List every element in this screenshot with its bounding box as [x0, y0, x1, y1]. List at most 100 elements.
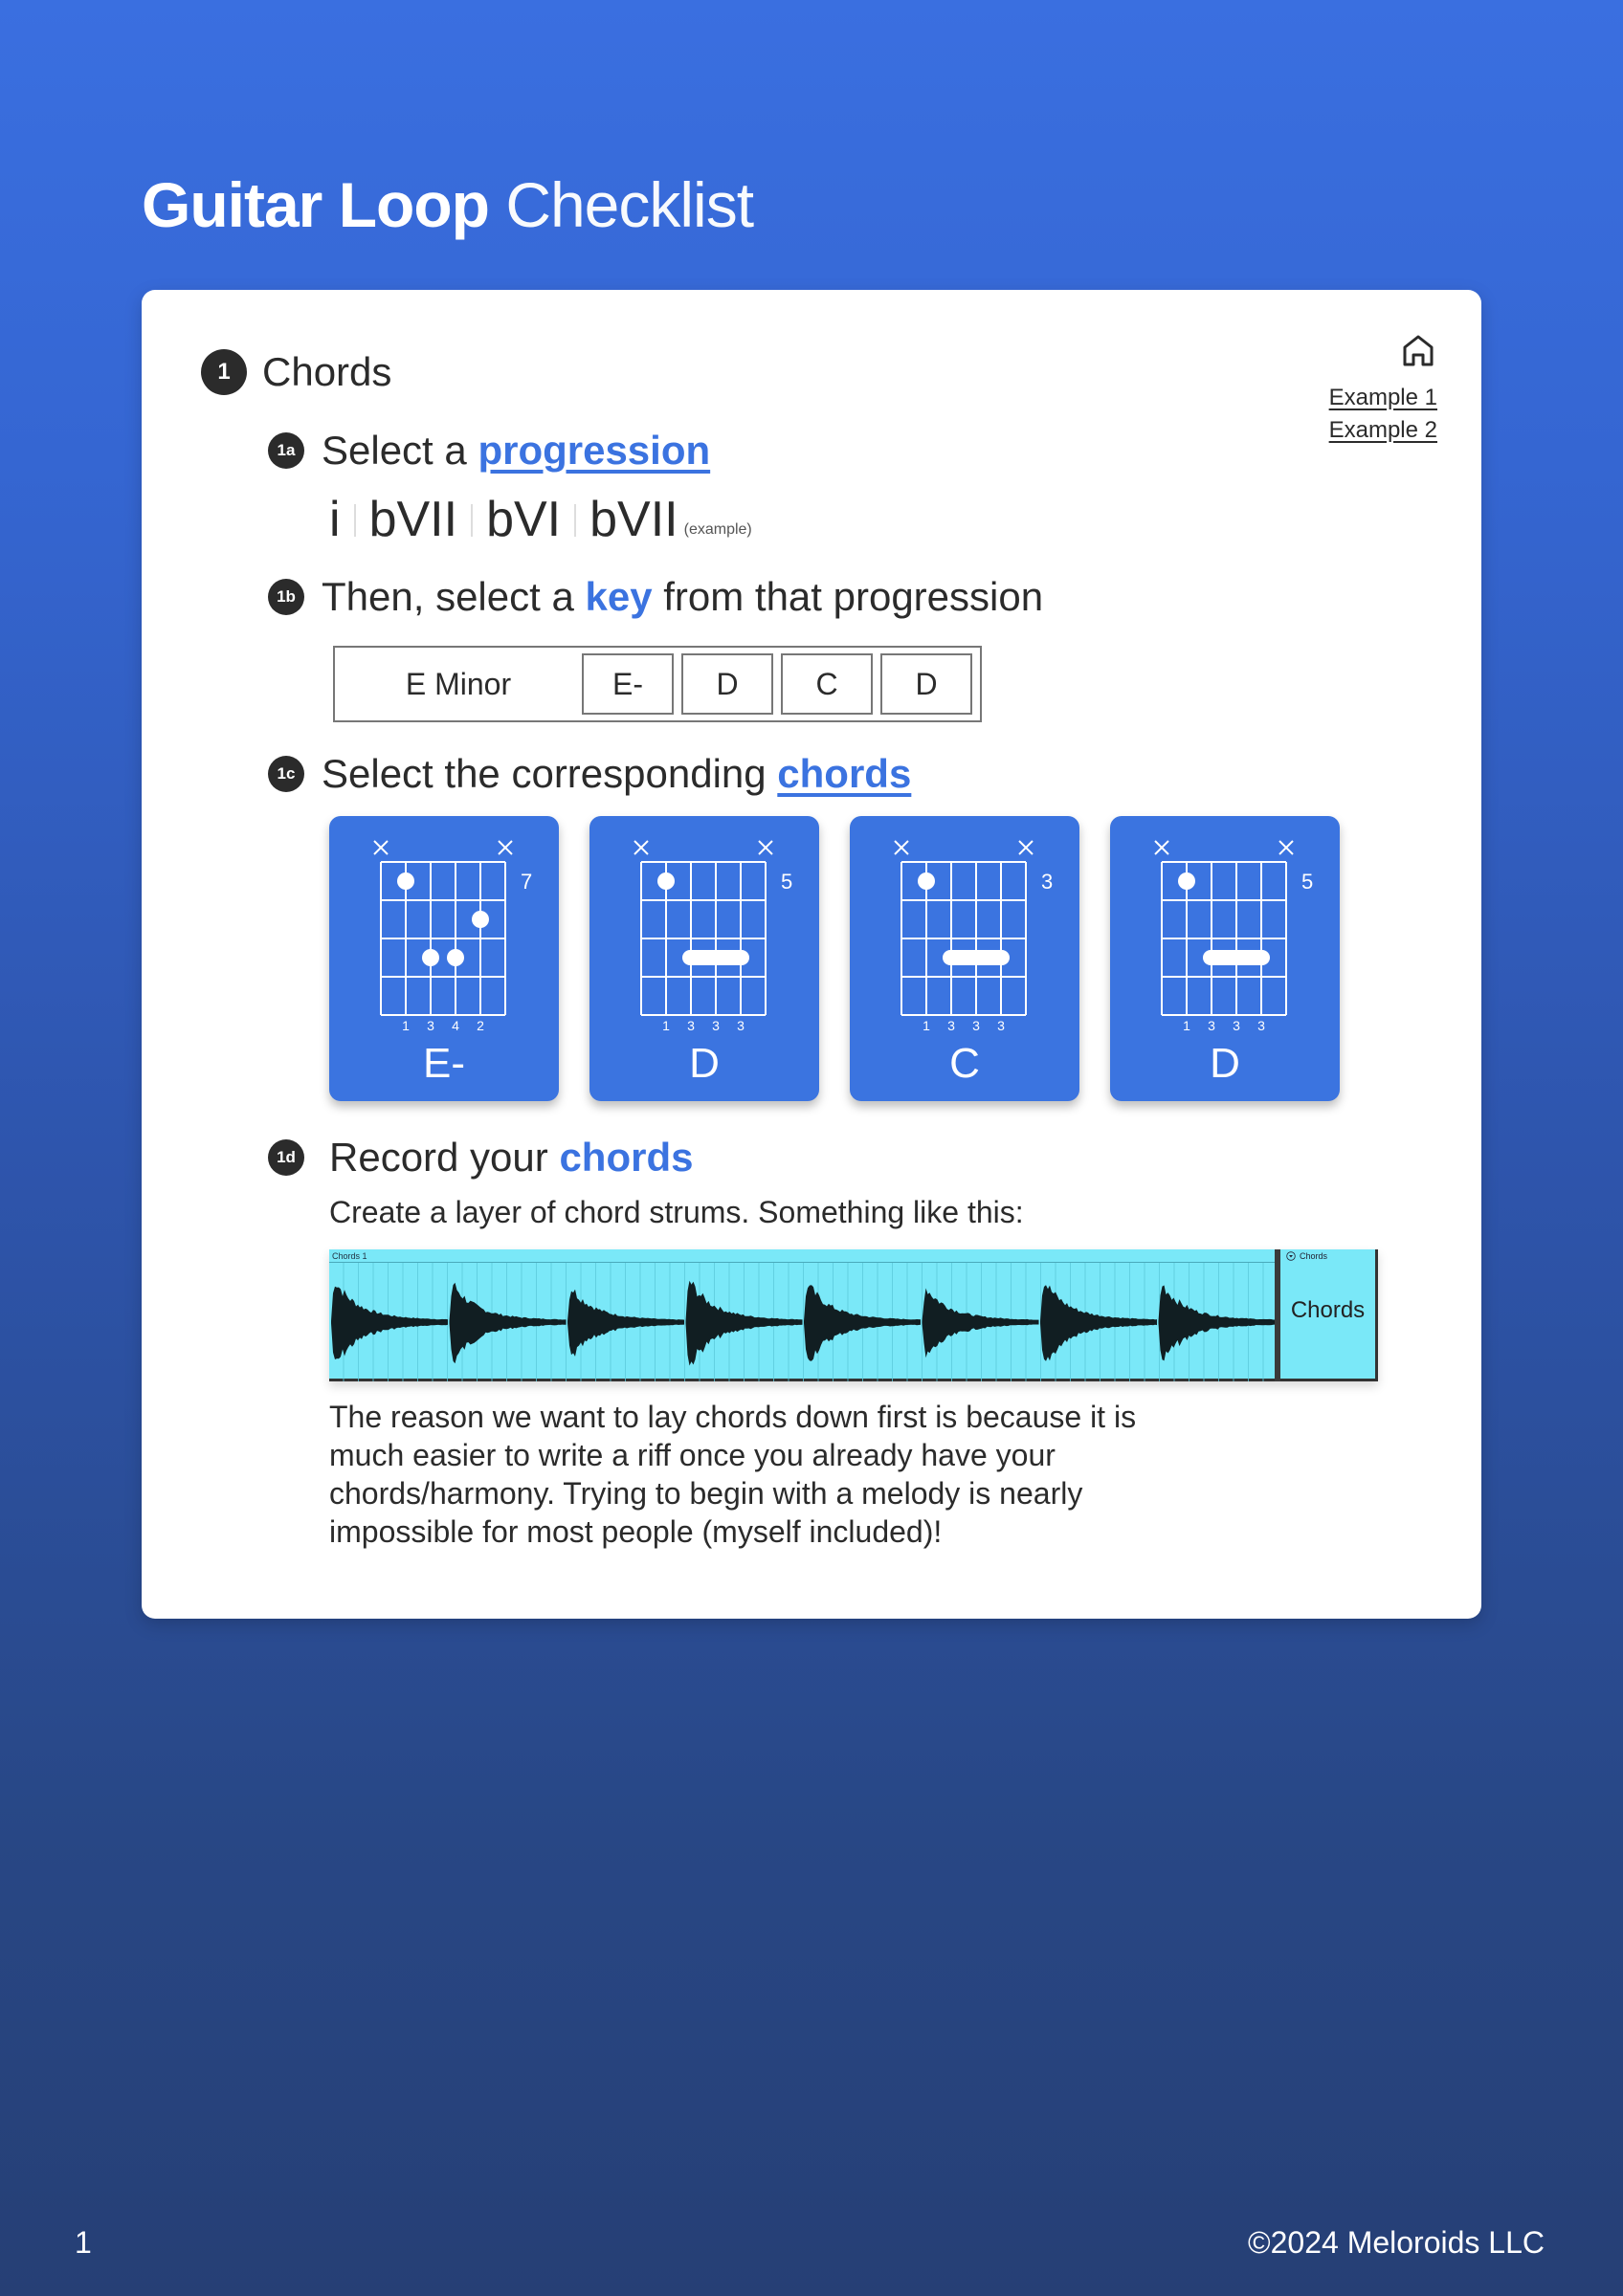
key-link[interactable]: key	[585, 574, 652, 619]
step-1a: 1a Select a progression	[268, 428, 710, 474]
section-heading: 1 Chords	[201, 349, 391, 395]
section-number-badge: 1	[201, 349, 247, 395]
key-chord-cell: D	[880, 653, 972, 715]
example-links: Example 1 Example 2	[1329, 382, 1437, 447]
strum-transient	[449, 1282, 567, 1364]
progression-example: i bVII bVI bVII (example)	[329, 491, 752, 548]
example-1-link[interactable]: Example 1	[1329, 382, 1437, 414]
finger-number: 1	[923, 1018, 930, 1033]
finger-number: 3	[427, 1018, 434, 1033]
strum-transient	[922, 1288, 1039, 1358]
step-badge: 1d	[268, 1139, 304, 1176]
chord-name: E-	[423, 1040, 465, 1087]
step-text: Record your chords	[329, 1135, 693, 1181]
step-prefix: Select the corresponding	[322, 751, 778, 796]
chord-diagram: 3 1 3 3 3	[894, 840, 1053, 1033]
strum-transient	[331, 1286, 448, 1359]
page-title: Guitar Loop Checklist	[142, 168, 754, 241]
separator	[353, 504, 356, 537]
key-chord-cell: D	[681, 653, 773, 715]
step-1d: 1d Record your chords	[268, 1135, 693, 1181]
track-label: Chords	[1290, 1297, 1366, 1323]
record-subtext: Create a layer of chord strums. Somethin…	[329, 1195, 1024, 1229]
fret-number: 5	[1301, 870, 1313, 894]
chord-card[interactable]: 3 1 3 3 3 C	[850, 816, 1079, 1101]
finger-dot	[397, 872, 414, 890]
barre	[682, 950, 749, 965]
barre	[1203, 950, 1270, 965]
strum-transient	[567, 1289, 684, 1357]
chord-card[interactable]: 5 1 3 3 3 D	[1110, 816, 1340, 1101]
chord-name: D	[1210, 1040, 1240, 1087]
example-note: (example)	[683, 521, 752, 538]
finger-number: 2	[477, 1018, 484, 1033]
finger-number: 3	[1233, 1018, 1240, 1033]
finger-number: 3	[1257, 1018, 1265, 1033]
finger-number: 4	[452, 1018, 459, 1033]
finger-dot	[422, 949, 439, 966]
home-button[interactable]	[1399, 332, 1437, 370]
step-text: Select a progression	[322, 428, 710, 474]
collapse-icon	[1286, 1251, 1296, 1261]
progression-link[interactable]: progression	[478, 428, 710, 473]
chord-card[interactable]: 5 1 3 3 3 D	[589, 816, 819, 1101]
chords-link[interactable]: chords	[777, 751, 911, 796]
section-title: Chords	[262, 349, 392, 394]
fret-number: 3	[1041, 870, 1053, 894]
finger-dot	[447, 949, 464, 966]
finger-number: 3	[972, 1018, 980, 1033]
finger-dot	[657, 872, 675, 890]
separator	[471, 504, 474, 537]
fret-number: 7	[521, 870, 532, 894]
example-2-link[interactable]: Example 2	[1329, 414, 1437, 447]
finger-dot	[472, 911, 489, 928]
track-header: Chords Chords	[1280, 1249, 1378, 1381]
key-chord-cell: C	[781, 653, 873, 715]
muted-string-icon	[634, 840, 649, 855]
chord-diagram-list: 7 1 3 4 2 E- 5 1 3 3 3 D 3 1 3 3 3 C 5 1 3 3 3 D	[329, 816, 1340, 1101]
fret-number: 5	[781, 870, 792, 894]
key-table: E Minor E- D C D	[333, 646, 982, 722]
finger-dot	[918, 872, 935, 890]
chord-diagram: 7 1 3 4 2	[373, 840, 532, 1033]
numeral: bVI	[486, 492, 562, 547]
finger-number: 3	[997, 1018, 1005, 1033]
step-prefix: Then, select a	[322, 574, 586, 619]
clip-name: Chords 1	[329, 1249, 1275, 1263]
muted-string-icon	[373, 840, 389, 855]
page-title-light: Checklist	[505, 169, 754, 240]
chord-card[interactable]: 7 1 3 4 2 E-	[329, 816, 559, 1101]
checklist-card: Example 1 Example 2 1 Chords 1a Select a…	[142, 290, 1481, 1619]
chord-name: C	[949, 1040, 980, 1087]
chord-name: D	[689, 1040, 720, 1087]
finger-number: 3	[1208, 1018, 1215, 1033]
step-suffix: from that progression	[652, 574, 1044, 619]
numeral: bVII	[368, 492, 458, 547]
finger-number: 1	[1183, 1018, 1190, 1033]
chord-diagram: 5 1 3 3 3	[1154, 840, 1313, 1033]
step-text: Then, select a key from that progression	[322, 574, 1043, 620]
copyright: ©2024 Meloroids LLC	[1248, 2225, 1545, 2260]
finger-number: 3	[947, 1018, 955, 1033]
record-chords-link[interactable]: chords	[559, 1135, 693, 1180]
home-icon	[1403, 335, 1434, 366]
muted-string-icon	[1018, 840, 1034, 855]
explanation-paragraph: The reason we want to lay chords down fi…	[329, 1400, 1137, 1549]
strum-transient	[1158, 1285, 1275, 1361]
step-prefix: Select a	[322, 428, 478, 473]
key-chord-cell: E-	[582, 653, 674, 715]
barre	[943, 950, 1010, 965]
step-text: Select the corresponding chords	[322, 751, 911, 797]
key-name: E Minor	[405, 666, 512, 701]
strum-transient	[1040, 1285, 1157, 1361]
track-title: Chords	[1286, 1251, 1327, 1261]
waveform	[331, 1263, 1275, 1381]
muted-string-icon	[1154, 840, 1169, 855]
audio-clip: Chords 1	[329, 1249, 1275, 1381]
step-badge: 1c	[268, 756, 304, 792]
finger-number: 1	[662, 1018, 670, 1033]
muted-string-icon	[894, 840, 909, 855]
muted-string-icon	[758, 840, 773, 855]
finger-number: 3	[737, 1018, 745, 1033]
numeral: i	[329, 492, 341, 547]
